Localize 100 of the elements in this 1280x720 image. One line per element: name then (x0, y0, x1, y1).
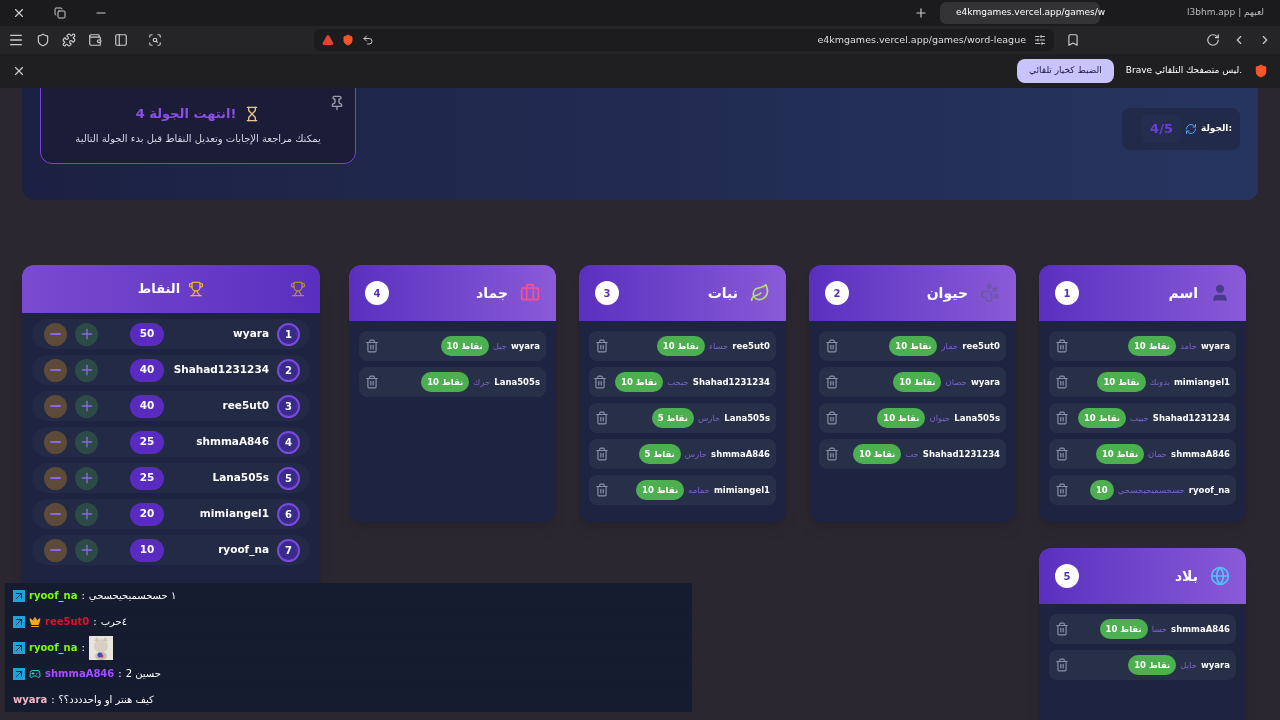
remove-point-button[interactable] (44, 394, 67, 418)
address-field[interactable]: e4kmgames.vercel.app/games/word-league (314, 29, 1054, 51)
score-value: 10 (130, 538, 164, 562)
trash-icon[interactable] (595, 447, 609, 461)
new-tab-icon[interactable] (914, 6, 928, 20)
category-title: بلاد (1173, 566, 1198, 586)
trash-icon[interactable] (1055, 622, 1069, 636)
answer-text: حسحسميحيحسحي (1117, 483, 1185, 497)
screenshot-icon[interactable] (148, 33, 162, 47)
scores-title: النقاط (137, 280, 181, 299)
remove-point-button[interactable] (44, 538, 67, 562)
remove-point-button[interactable] (44, 430, 67, 454)
trash-icon[interactable] (1055, 447, 1069, 461)
category-number: 3 (595, 281, 619, 305)
reload-icon[interactable] (1206, 33, 1220, 47)
add-point-button[interactable] (75, 394, 98, 418)
trash-icon[interactable] (1055, 339, 1069, 353)
player-name: wyara (232, 326, 269, 342)
sidebar-icon[interactable] (114, 33, 128, 47)
chat-username: ree5ut0 (45, 615, 90, 629)
trophy-icon (188, 281, 205, 297)
set-default-button[interactable]: الضبط كخيار تلقائي (1017, 59, 1114, 83)
answer-text: حرك (473, 375, 491, 389)
puzzle-icon[interactable] (62, 33, 76, 47)
bookmark-icon[interactable] (1066, 33, 1080, 47)
brave-icon (1254, 64, 1268, 78)
trash-icon[interactable] (1055, 483, 1069, 497)
chat-text: حسين 2 (125, 667, 161, 681)
add-point-button[interactable] (75, 358, 98, 382)
trash-icon[interactable] (1055, 658, 1069, 672)
close-icon[interactable] (12, 6, 26, 20)
wallet-icon[interactable] (88, 33, 102, 47)
add-point-button[interactable] (75, 322, 98, 346)
answer-text: حسا (1151, 622, 1168, 636)
answer-text: حساء (708, 339, 729, 353)
trash-icon[interactable] (825, 447, 839, 461)
trash-icon[interactable] (365, 375, 379, 389)
trash-icon[interactable] (1055, 411, 1069, 425)
points-pill[interactable]: 10 نقاط (635, 479, 685, 501)
category-number: 5 (1055, 564, 1079, 588)
player-name: ryoof_na (1188, 483, 1230, 497)
player-name: wyara (970, 375, 1000, 389)
points-pill[interactable]: 10 نقاط (877, 407, 926, 429)
answer-text: حيوان (929, 411, 951, 425)
points-pill[interactable]: 10 نقاط (853, 443, 902, 465)
site-settings-icon[interactable] (1034, 34, 1046, 46)
pin-icon (329, 95, 345, 111)
remove-point-button[interactable] (44, 466, 67, 490)
remove-point-button[interactable] (44, 322, 67, 346)
trash-icon[interactable] (593, 375, 607, 389)
arrow-badge-icon (13, 589, 25, 602)
trash-icon[interactable] (595, 411, 609, 425)
rank-badge: 4 (277, 430, 300, 454)
points-pill[interactable]: 10 نقاط (656, 335, 705, 357)
shield-icon[interactable] (36, 33, 50, 47)
remove-point-button[interactable] (44, 358, 67, 382)
toolbox-icon (520, 283, 540, 303)
points-pill[interactable]: 10 نقاط (1097, 371, 1146, 393)
answer-text: حمار (941, 339, 959, 353)
remove-point-button[interactable] (44, 502, 67, 526)
points-pill[interactable]: 10 نقاط (1099, 618, 1148, 640)
points-pill[interactable]: 10 نقاط (893, 371, 942, 393)
brave-shield-icon[interactable] (342, 34, 354, 46)
trash-icon[interactable] (1055, 375, 1069, 389)
trash-icon[interactable] (595, 483, 609, 497)
points-pill[interactable]: 10 نقاط (1127, 335, 1177, 357)
restore-icon[interactable] (54, 7, 66, 19)
trash-icon[interactable] (825, 375, 839, 389)
add-point-button[interactable] (75, 538, 98, 562)
add-point-button[interactable] (75, 502, 98, 526)
score-value: 50 (130, 322, 164, 346)
menu-icon[interactable] (8, 32, 24, 48)
points-pill[interactable]: 10 نقاط (440, 335, 489, 357)
points-pill[interactable]: 5 نقاط (638, 443, 681, 465)
answer-text: حارس (684, 447, 708, 461)
browser-tab[interactable]: l3bhm.app | لعبهم (1112, 2, 1272, 24)
trash-icon[interactable] (595, 339, 609, 353)
rewards-icon[interactable] (322, 34, 334, 46)
points-pill[interactable]: 10 (1089, 479, 1114, 501)
player-name: ree5ut0 (732, 339, 770, 353)
trash-icon[interactable] (825, 339, 839, 353)
points-pill[interactable]: 10 نقاط (889, 335, 938, 357)
points-pill[interactable]: 10 نقاط (1077, 407, 1127, 429)
trash-icon[interactable] (825, 411, 839, 425)
points-pill[interactable]: 10 نقاط (615, 371, 664, 393)
url-text: e4kmgames.vercel.app/games/word-league (816, 32, 1026, 47)
add-point-button[interactable] (75, 466, 98, 490)
undo-icon[interactable] (362, 34, 374, 46)
add-point-button[interactable] (75, 430, 98, 454)
close-icon[interactable] (12, 64, 26, 78)
category-number: 2 (825, 281, 849, 305)
points-pill[interactable]: 10 نقاط (1128, 654, 1177, 676)
points-pill[interactable]: 10 نقاط (421, 371, 470, 393)
points-pill[interactable]: 5 نقاط (651, 407, 694, 429)
minus-icon (50, 369, 61, 371)
trash-icon[interactable] (365, 339, 379, 353)
minus-icon (50, 405, 61, 407)
answer-text: حمامه (688, 483, 710, 497)
chat-separator: : (81, 641, 85, 655)
points-pill[interactable]: 10 نقاط (1095, 443, 1145, 465)
